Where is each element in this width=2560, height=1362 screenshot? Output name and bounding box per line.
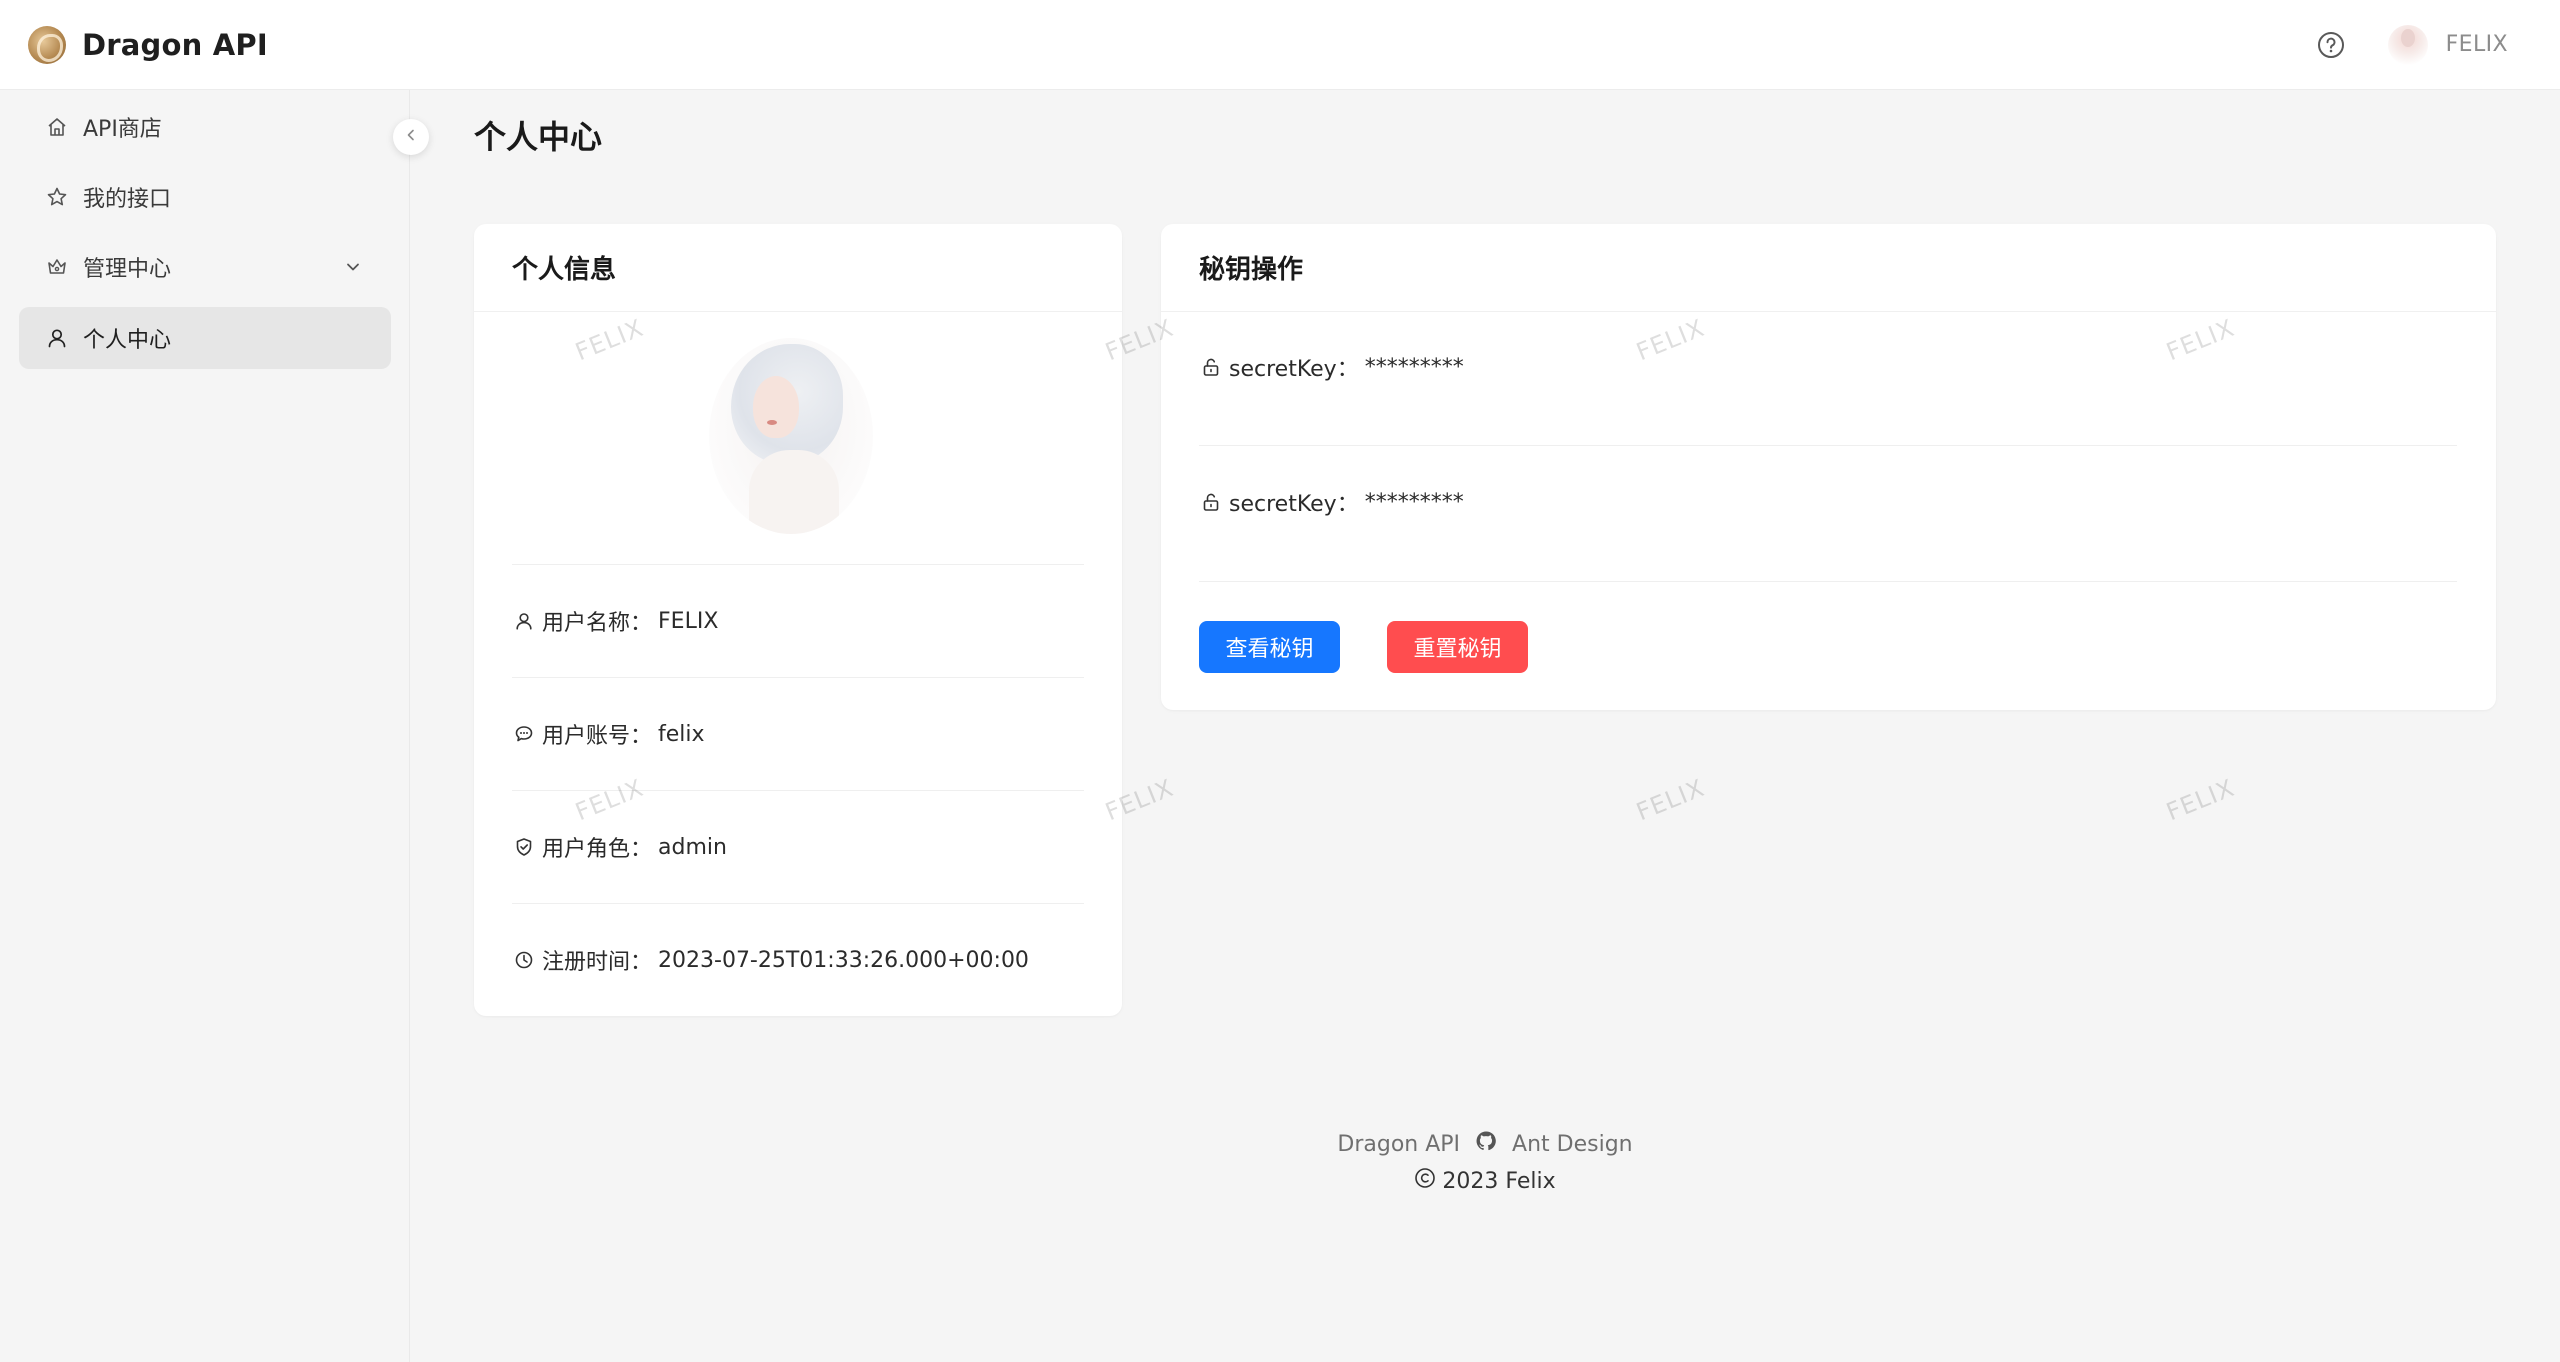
register-time-label: 注册时间：: [542, 950, 653, 975]
footer-links: Dragon API Ant Design: [410, 1126, 2560, 1162]
brand[interactable]: Dragon API: [28, 25, 268, 64]
divider: [512, 564, 1084, 565]
view-secret-button[interactable]: 查看秘钥: [1199, 621, 1340, 673]
divider: [1199, 581, 2457, 582]
sidebar-item-label: API商店: [83, 117, 162, 142]
sidebar-collapse-button[interactable]: [393, 119, 429, 155]
copyright: 2023 Felix: [410, 1162, 2560, 1200]
user-icon: [512, 609, 536, 633]
sidebar: API商店 我的接口 管理中心 个人中心: [0, 90, 410, 1362]
register-time-row: 注册时间： 2023-07-25T01:33:26.000+00:00: [512, 945, 1029, 975]
profile-avatar[interactable]: [709, 338, 873, 534]
role-label: 用户角色：: [542, 837, 653, 862]
username-row: 用户名称： FELIX: [512, 606, 718, 636]
top-header: Dragon API FELIX: [0, 0, 2560, 90]
register-time-value: 2023-07-25T01:33:26.000+00:00: [658, 947, 1029, 973]
secret-key-value: *********: [1364, 489, 1464, 515]
question-circle-icon[interactable]: [2314, 28, 2348, 62]
account-value: felix: [658, 721, 705, 747]
header-actions: FELIX: [2314, 24, 2508, 65]
dragon-logo-icon: [28, 25, 66, 64]
secret-key-row: secretKey： *********: [1199, 352, 1464, 382]
divider: [512, 903, 1084, 904]
header-user-name: FELIX: [2445, 32, 2508, 57]
sidebar-item-my-interfaces[interactable]: 我的接口: [19, 166, 391, 228]
github-icon[interactable]: [1474, 1129, 1498, 1159]
account-label: 用户账号：: [542, 724, 653, 749]
sidebar-item-label: 我的接口: [83, 187, 172, 212]
profile-card-title: 个人信息: [474, 224, 1122, 312]
user-icon: [45, 326, 69, 350]
watermark-text: FELIX: [2162, 773, 2239, 827]
secret-key-value: *********: [1364, 354, 1464, 380]
footer: Dragon API Ant Design 2023 Felix: [410, 1126, 2560, 1200]
username-value: FELIX: [658, 608, 719, 634]
star-icon: [45, 185, 69, 209]
verified-shield-icon: [512, 835, 536, 859]
secret-key-label: secretKey：: [1229, 357, 1359, 382]
footer-link-dragon-api[interactable]: Dragon API: [1337, 1132, 1460, 1157]
unlock-icon: [1199, 355, 1223, 379]
sidebar-item-label: 管理中心: [83, 257, 172, 282]
chevron-left-icon: [402, 126, 420, 148]
sidebar-item-personal-center[interactable]: 个人中心: [19, 307, 391, 369]
clock-icon: [512, 948, 536, 972]
footer-link-ant-design[interactable]: Ant Design: [1512, 1132, 1633, 1157]
secret-key-row: secretKey： *********: [1199, 487, 1464, 517]
brand-title: Dragon API: [82, 27, 268, 62]
copyright-icon: [1414, 1167, 1436, 1195]
reset-secret-button[interactable]: 重置秘钥: [1387, 621, 1528, 673]
profile-card: 个人信息 用户名称： FELIX 用户账号： felix 用户角色： admin: [474, 224, 1122, 1016]
sidebar-item-api-store[interactable]: API商店: [19, 96, 391, 158]
username-label: 用户名称：: [542, 611, 653, 636]
comment-icon: [512, 722, 536, 746]
copyright-text: 2023 Felix: [1442, 1168, 1556, 1194]
secret-card-title: 秘钥操作: [1161, 224, 2496, 312]
page-title: 个人中心: [474, 118, 603, 156]
unlock-icon: [1199, 490, 1223, 514]
crown-icon: [45, 255, 69, 279]
chevron-down-icon: [341, 255, 365, 279]
role-value: admin: [658, 834, 727, 860]
user-menu[interactable]: FELIX: [2387, 24, 2508, 65]
sidebar-item-label: 个人中心: [83, 328, 172, 353]
divider: [512, 677, 1084, 678]
secret-key-card: 秘钥操作 secretKey： ********* secretKey： ***…: [1161, 224, 2496, 710]
secret-key-label: secretKey：: [1229, 492, 1359, 517]
sidebar-item-admin-center[interactable]: 管理中心: [19, 236, 391, 298]
watermark-text: FELIX: [1632, 773, 1709, 827]
home-icon: [45, 115, 69, 139]
divider: [1199, 445, 2457, 446]
divider: [512, 790, 1084, 791]
account-row: 用户账号： felix: [512, 719, 705, 749]
avatar: [2387, 24, 2428, 65]
role-row: 用户角色： admin: [512, 832, 727, 862]
